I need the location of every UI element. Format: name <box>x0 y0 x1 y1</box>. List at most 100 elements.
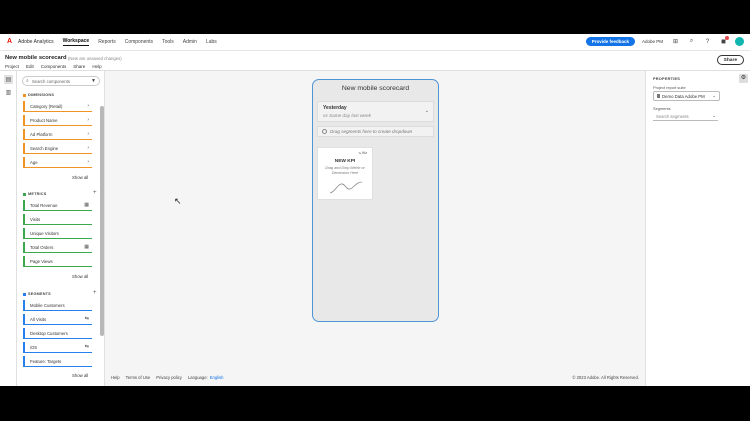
date-compare-label: vs Same day last week <box>323 113 371 118</box>
footer-language-label: Language: <box>187 374 208 380</box>
panels-icon[interactable]: ▤ <box>4 75 13 84</box>
report-suite-select[interactable]: Demo Data Adobe PM ⌄ <box>653 91 720 101</box>
metrics-header: METRICS + <box>23 190 97 196</box>
nav-admin[interactable]: Admin <box>183 39 197 45</box>
search-components-input[interactable]: ⌕ Search components ▼ <box>22 76 100 86</box>
nav-reports[interactable]: Reports <box>98 39 116 45</box>
metrics-show-all[interactable]: Show all <box>72 274 88 279</box>
left-rail: ▤ ▥ <box>0 71 17 386</box>
metric-item[interactable]: Total Revenue ▦ <box>23 200 92 211</box>
dimension-label: Ad Platform <box>30 131 53 137</box>
footer-help-link[interactable]: Help <box>111 375 120 380</box>
dimension-item[interactable]: Category (Retail) › <box>23 101 92 112</box>
segment-label: Feature: Targets <box>30 358 62 364</box>
segments-label: Segments <box>653 106 671 111</box>
dimensions-show-all[interactable]: Show all <box>72 175 88 180</box>
metric-label: Total Revenue <box>30 202 58 208</box>
nav-labs[interactable]: Labs <box>206 39 217 45</box>
metric-label: Total Orders <box>30 244 54 250</box>
dimension-item[interactable]: Ad Platform › <box>23 129 92 140</box>
workspace-canvas[interactable]: New mobile scorecard Yesterday vs Same d… <box>105 71 645 386</box>
visualizations-icon[interactable]: ▥ <box>4 88 13 97</box>
chevron-right-icon[interactable]: › <box>87 103 89 109</box>
components-scrollbar[interactable] <box>100 106 104 336</box>
segment-item[interactable]: iOS ⇆ <box>23 342 92 353</box>
metric-item[interactable]: Visits <box>23 214 92 225</box>
footer-language-link[interactable]: English <box>210 375 224 380</box>
avatar[interactable] <box>735 37 744 46</box>
footer-copyright: © 2023 Adobe. All Rights Reserved. <box>572 374 639 380</box>
metric-item[interactable]: Page Views <box>23 256 92 267</box>
mobile-scorecard-frame: New mobile scorecard Yesterday vs Same d… <box>312 79 439 322</box>
filter-icon[interactable]: ▼ <box>91 78 96 84</box>
kpi-viz-link[interactable]: ⤷ Viz <box>359 151 367 155</box>
menu-edit[interactable]: Edit <box>26 64 34 69</box>
segment-label: All Visits <box>30 316 47 322</box>
top-navigation: A Adobe Analytics Workspace Reports Comp… <box>0 34 750 51</box>
search-segments-input[interactable]: Search segments ⌄ <box>653 112 718 121</box>
dimension-item[interactable]: Search Engine › <box>23 143 92 154</box>
kpi-title: NEW KPI <box>334 159 356 164</box>
segment-icon <box>322 129 327 134</box>
provide-feedback-button[interactable]: Provide feedback <box>585 37 635 46</box>
app-name[interactable]: Adobe Analytics <box>18 39 54 45</box>
components-panel: ⌕ Search components ▼ DIMENSIONS Categor… <box>17 71 105 386</box>
scorecard-title[interactable]: New mobile scorecard <box>313 85 438 92</box>
kpi-viz-label: Viz <box>361 151 367 155</box>
nav-components[interactable]: Components <box>125 39 153 45</box>
dimension-item[interactable]: Age › <box>23 157 92 168</box>
metric-item[interactable]: Total Orders ▦ <box>23 242 92 253</box>
menu-project[interactable]: Project <box>5 64 19 69</box>
segment-item[interactable]: Feature: Targets <box>23 356 92 367</box>
share-button[interactable]: Share <box>716 55 744 65</box>
report-suite-icon <box>657 94 660 98</box>
dimension-item[interactable]: Product Name › <box>23 115 92 126</box>
gear-icon[interactable]: ⚙ <box>739 74 748 83</box>
nav-tools[interactable]: Tools <box>162 39 174 45</box>
calculated-metric-icon: ▦ <box>84 202 89 208</box>
nav-workspace[interactable]: Workspace <box>62 38 90 46</box>
date-range-card[interactable]: Yesterday vs Same day last week ⌄ <box>317 101 434 122</box>
chevron-right-icon[interactable]: › <box>87 159 89 165</box>
metric-item[interactable]: Unique Visitors <box>23 228 92 239</box>
footer-terms-link[interactable]: Terms of Use <box>126 375 151 380</box>
chevron-down-icon[interactable]: ⌄ <box>712 113 716 119</box>
search-placeholder: Search components <box>31 78 71 84</box>
shared-segment-icon: ⇆ <box>84 316 89 322</box>
adobe-logo-icon[interactable]: A <box>7 38 13 45</box>
segments-header: SEGMENTS + <box>23 290 97 296</box>
metrics-title: METRICS <box>28 192 47 196</box>
segment-item[interactable]: Desktop Customers <box>23 328 92 339</box>
report-suite-value: Demo Data Adobe PM <box>662 93 705 99</box>
chevron-right-icon[interactable]: › <box>87 145 89 151</box>
segment-item[interactable]: Mobile Customers <box>23 300 92 311</box>
segment-label: Desktop Customers <box>30 330 68 336</box>
shared-segment-icon: ⇆ <box>84 344 89 350</box>
notifications-icon[interactable]: ◼ <box>720 36 729 45</box>
footer-privacy-link[interactable]: Privacy policy <box>156 375 182 380</box>
segment-drop-zone[interactable]: Drag segments here to create dropdown <box>317 126 434 137</box>
menu-share[interactable]: Share <box>73 64 85 69</box>
add-metric-icon[interactable]: + <box>93 190 97 196</box>
org-name[interactable]: Adobe PM <box>642 39 663 44</box>
segments-show-all[interactable]: Show all <box>72 373 88 378</box>
report-suite-label: Project report suite <box>653 85 686 90</box>
project-title[interactable]: New mobile scorecard <box>5 55 67 61</box>
app-grid-icon[interactable]: ⊞ <box>672 38 679 45</box>
search-icon[interactable]: ⌕ <box>688 38 695 45</box>
chevron-down-icon[interactable]: ⌄ <box>712 93 716 99</box>
metric-label: Page Views <box>30 258 53 264</box>
add-segment-icon[interactable]: + <box>93 290 97 296</box>
segment-item[interactable]: All Visits ⇆ <box>23 314 92 325</box>
chevron-right-icon[interactable]: › <box>87 131 89 137</box>
dimensions-color-icon <box>23 93 26 97</box>
menu-help[interactable]: Help <box>92 64 101 69</box>
sparkline-icon <box>329 181 363 194</box>
menu-components[interactable]: Components <box>41 64 67 69</box>
kpi-tile[interactable]: ⤷ Viz NEW KPI Drag and Drop Metric or Di… <box>317 147 373 200</box>
dimensions-title: DIMENSIONS <box>28 93 55 97</box>
chevron-down-icon[interactable]: ⌄ <box>425 108 429 114</box>
chevron-right-icon[interactable]: › <box>87 117 89 123</box>
help-icon[interactable]: ? <box>704 38 711 45</box>
segment-label: Mobile Customers <box>30 302 65 308</box>
